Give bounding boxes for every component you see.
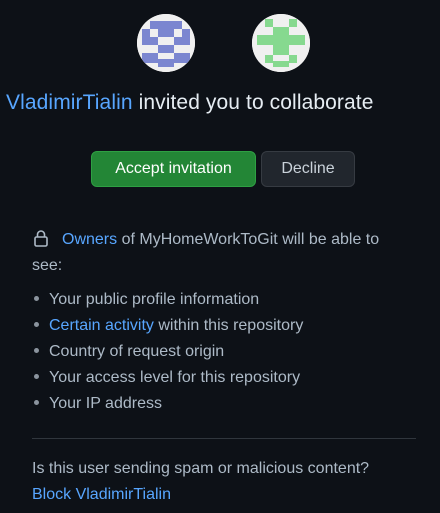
list-item: Your public profile information: [34, 287, 303, 313]
headline-text: invited you to collaborate: [132, 91, 374, 114]
permission-text: within this repository: [153, 317, 304, 334]
permissions-list: Your public profile information Certain …: [34, 287, 303, 417]
identicon-inviter-icon: [137, 14, 195, 72]
list-item: Country of request origin: [34, 339, 303, 365]
permission-text: Country of request origin: [49, 343, 225, 360]
accept-invitation-button[interactable]: Accept invitation: [91, 151, 256, 187]
certain-activity-link[interactable]: Certain activity: [49, 317, 154, 334]
permission-text: Your public profile information: [49, 291, 260, 308]
visibility-notice: Owners of MyHomeWorkToGit will be able t…: [32, 227, 412, 279]
bullet-icon: [34, 296, 39, 302]
owners-link[interactable]: Owners: [62, 231, 117, 248]
block-user-link[interactable]: Block VladimirTialin: [32, 486, 171, 504]
permission-text: Your IP address: [49, 395, 162, 412]
bullet-icon: [34, 400, 39, 406]
bullet-icon: [34, 348, 39, 354]
identicon-owner-icon: [252, 14, 310, 72]
lock-icon: [34, 230, 48, 247]
list-item: Your access level for this repository: [34, 365, 303, 391]
divider: [32, 438, 416, 439]
repo-owner-avatar[interactable]: [252, 14, 310, 72]
permission-text: Your access level for this repository: [49, 369, 301, 386]
inviter-username-link[interactable]: VladimirTialin: [6, 91, 133, 114]
list-item: Your IP address: [34, 391, 303, 417]
bullet-icon: [34, 374, 39, 380]
inviter-avatar[interactable]: [137, 14, 195, 72]
invitation-headline: VladimirTialin invited you to collaborat…: [6, 91, 374, 115]
bullet-icon: [34, 322, 39, 328]
decline-button[interactable]: Decline: [261, 151, 355, 187]
list-item: Certain activity within this repository: [34, 313, 303, 339]
spam-question: Is this user sending spam or malicious c…: [32, 460, 370, 477]
